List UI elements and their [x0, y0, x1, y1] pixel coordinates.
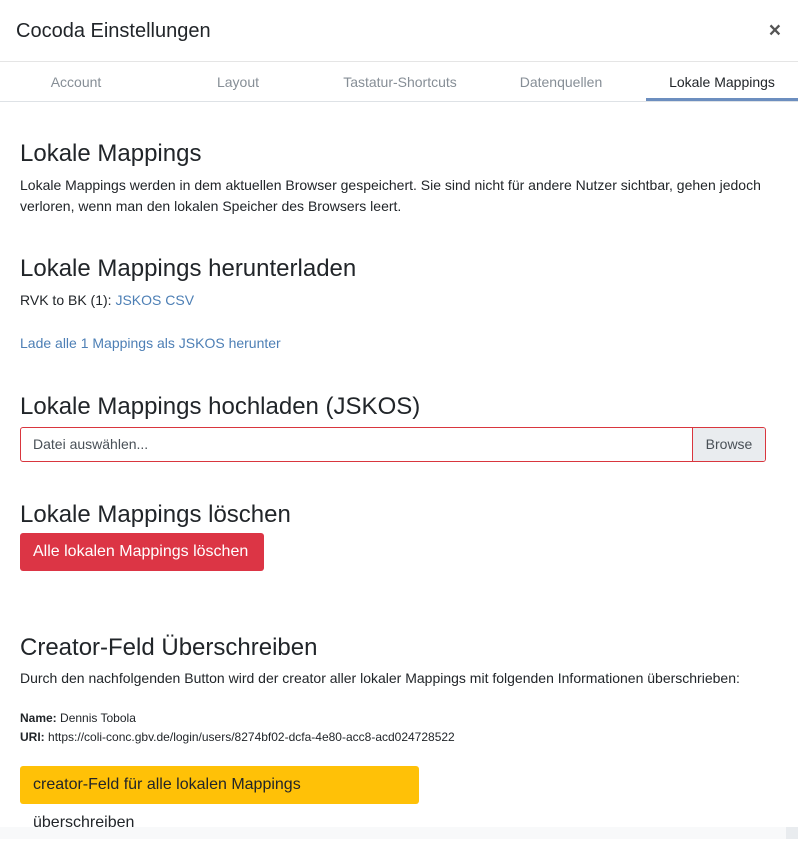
close-icon[interactable]: × — [769, 20, 781, 42]
creator-heading: Creator-Feld Überschreiben — [20, 634, 318, 661]
modal-bottom-edge — [0, 827, 798, 839]
file-upload-input[interactable]: Datei auswählen... Browse — [20, 427, 766, 462]
tab-layout[interactable]: Layout — [162, 62, 314, 101]
creator-name-value: Dennis Tobola — [60, 711, 136, 725]
creator-text: Durch den nachfolgenden Button wird der … — [20, 670, 740, 686]
settings-tabs: Account Layout Tastatur-Shortcuts Datenq… — [0, 62, 798, 102]
creator-uri-row: URI: https://coli-conc.gbv.de/login/user… — [20, 730, 455, 744]
delete-heading: Lokale Mappings löschen — [20, 501, 291, 528]
intro-heading: Lokale Mappings — [20, 140, 202, 167]
tab-account[interactable]: Account — [0, 62, 152, 101]
tab-keyboard-shortcuts[interactable]: Tastatur-Shortcuts — [324, 62, 476, 101]
download-all-row: Lade alle 1 Mappings als JSKOS herunter — [20, 333, 765, 354]
intro-text: Lokale Mappings werden in dem aktuellen … — [20, 177, 761, 214]
overwrite-creator-button[interactable]: creator-Feld für alle lokalen Mappings ü… — [20, 766, 419, 831]
upload-heading: Lokale Mappings hochladen (JSKOS) — [20, 393, 421, 420]
creator-uri-label: URI: — [20, 730, 45, 744]
file-input-placeholder: Datei auswählen... — [33, 436, 149, 452]
modal-title: Cocoda Einstellungen — [16, 20, 211, 42]
creator-uri-value: https://coli-conc.gbv.de/login/users/827… — [48, 730, 455, 744]
download-item: RVK to BK (1): JSKOS CSV — [20, 290, 765, 311]
tab-data-sources[interactable]: Datenquellen — [485, 62, 637, 101]
modal-header: Cocoda Einstellungen × — [0, 0, 798, 62]
download-item-label: RVK to BK (1): — [20, 292, 112, 308]
creator-name-row: Name: Dennis Tobola — [20, 711, 136, 725]
download-heading: Lokale Mappings herunterladen — [20, 255, 357, 282]
jskos-csv-link[interactable]: JSKOS CSV — [115, 292, 194, 308]
browse-button[interactable]: Browse — [692, 428, 765, 461]
creator-name-label: Name: — [20, 711, 57, 725]
scroll-corner — [786, 827, 798, 839]
tab-local-mappings[interactable]: Lokale Mappings — [646, 62, 798, 101]
delete-all-mappings-button[interactable]: Alle lokalen Mappings löschen — [20, 533, 264, 571]
download-all-link[interactable]: Lade alle 1 Mappings als JSKOS herunter — [20, 335, 281, 351]
